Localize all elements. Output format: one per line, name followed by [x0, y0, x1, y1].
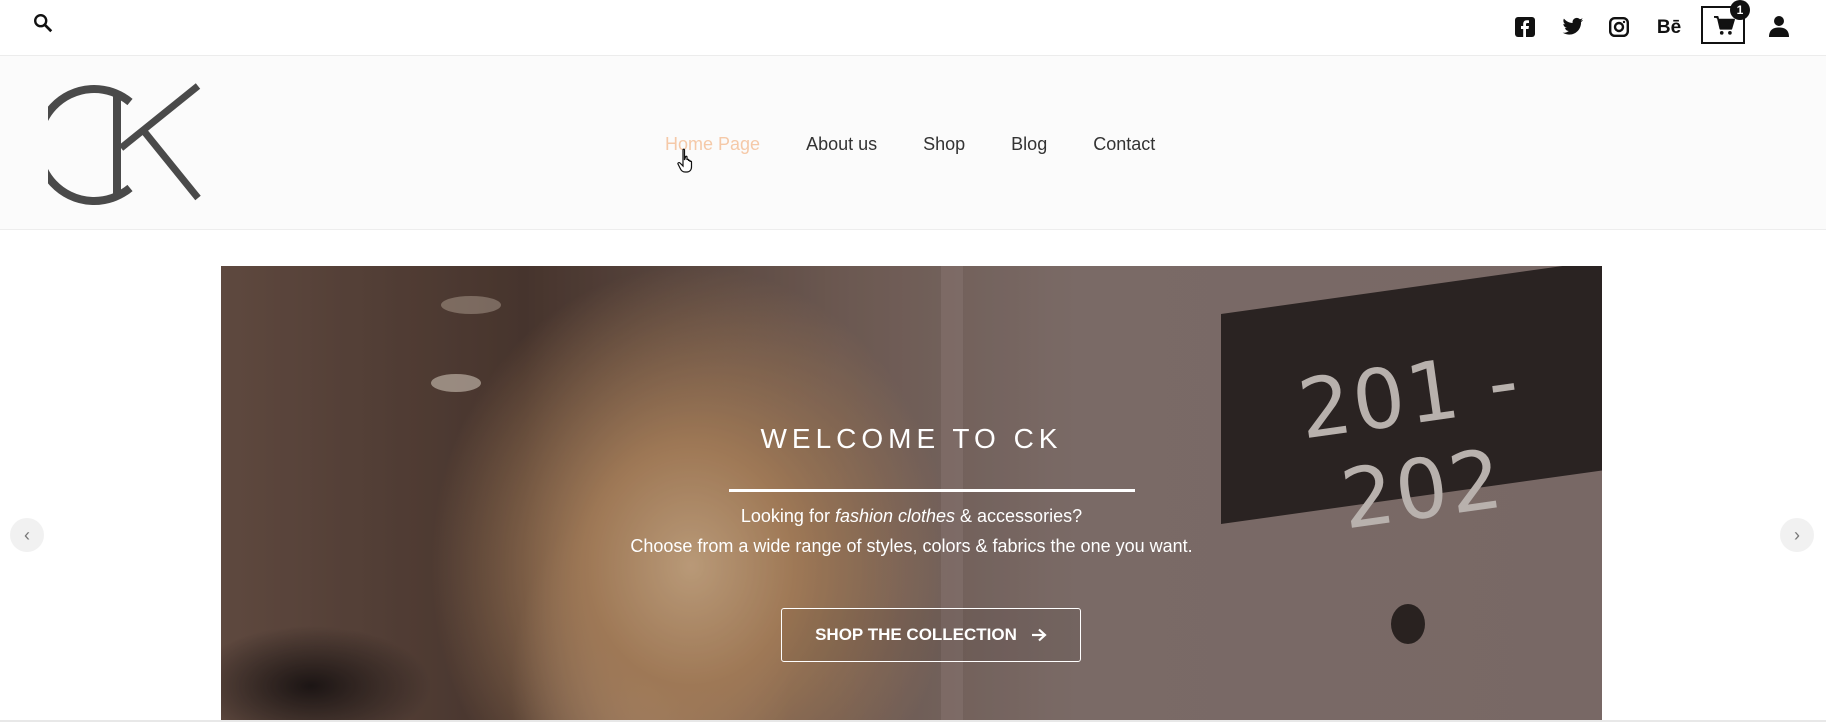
slider-prev-button[interactable]: ‹: [10, 518, 44, 552]
site-header: Home Page About us Shop Blog Contact: [0, 56, 1826, 230]
nav-contact[interactable]: Contact: [1093, 134, 1155, 155]
chevron-right-icon: ›: [1794, 524, 1800, 545]
hero-slider: 201 - 202 WELCOME TO CK Looking for fash…: [221, 266, 1602, 722]
hero-subtitle-line1: Looking for fashion clothes & accessorie…: [740, 506, 1083, 526]
ck-logo[interactable]: [34, 78, 203, 208]
search-icon[interactable]: [32, 12, 56, 36]
cart-count-badge: 1: [1730, 0, 1750, 20]
twitter-icon[interactable]: [1562, 17, 1584, 39]
chevron-left-icon: ‹: [24, 524, 30, 545]
nav-home-page[interactable]: Home Page: [665, 134, 760, 155]
arrow-right-icon: [1031, 628, 1047, 642]
behance-icon[interactable]: Bē: [1655, 17, 1683, 39]
user-icon[interactable]: [1768, 15, 1792, 39]
nav-about-us[interactable]: About us: [806, 134, 877, 155]
slider-next-button[interactable]: ›: [1780, 518, 1814, 552]
hero-subtitle-line2: Choose from a wide range of styles, colo…: [630, 536, 1193, 556]
cart-icon: [1714, 16, 1735, 35]
top-bar: Bē 1: [0, 0, 1826, 56]
main-navigation: Home Page About us Shop Blog Contact: [665, 134, 1201, 155]
instagram-icon[interactable]: [1609, 17, 1631, 39]
hero-title: WELCOME TO CK: [760, 423, 1063, 454]
nav-blog[interactable]: Blog: [1011, 134, 1047, 155]
facebook-icon[interactable]: [1515, 17, 1537, 39]
shop-the-collection-button[interactable]: SHOP THE COLLECTION: [781, 608, 1081, 662]
hero-divider: [729, 489, 1135, 492]
nav-shop[interactable]: Shop: [923, 134, 965, 155]
